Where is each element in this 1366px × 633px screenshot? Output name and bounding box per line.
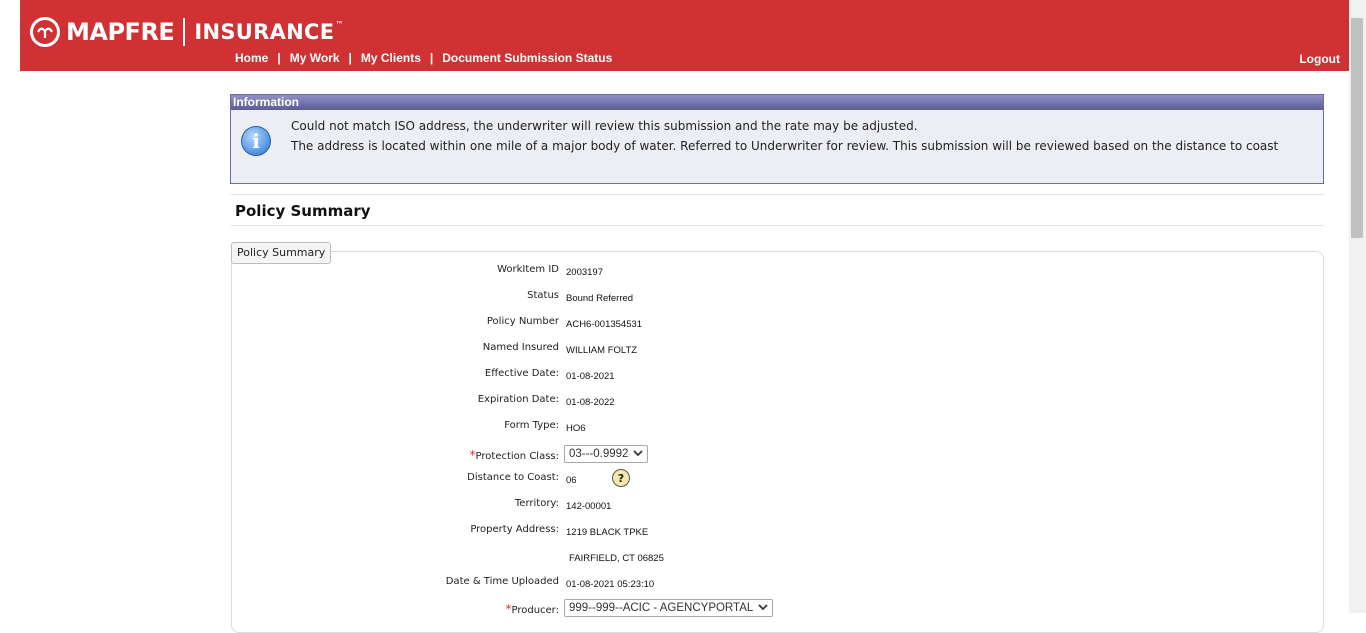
effective-date-label: Effective Date: [484, 368, 559, 379]
chevron-down-icon [633, 449, 644, 460]
protection-class-selected: 03---0.9992 [569, 448, 629, 460]
form-type-value: HO6 [566, 423, 586, 434]
territory-value: 142-00001 [566, 501, 612, 512]
producer-select[interactable]: 999--999--ACIC - AGENCYPORTAL [564, 599, 774, 617]
brand-suffix-text: INSURANCE [194, 20, 335, 44]
status-value: Bound Referred [566, 293, 634, 304]
expiration-date-label: Expiration Date: [477, 394, 559, 405]
form-type-label: Form Type: [504, 420, 559, 431]
policy-number-label: Policy Number [486, 316, 559, 327]
page-scrollbar[interactable] [1349, 0, 1366, 613]
mapfre-emblem-glyph-icon [37, 27, 53, 38]
brand-suffix: INSURANCE™ [194, 20, 343, 44]
main-nav: Home | My Work | My Clients | Document S… [235, 51, 612, 65]
property-address-line2: FAIRFIELD, CT 06825 [569, 553, 664, 564]
page-title: Policy Summary [235, 202, 371, 220]
date-time-uploaded-label: Date & Time Uploaded [445, 576, 559, 587]
mapfre-logo[interactable]: MAPFRE INSURANCE™ [30, 12, 344, 52]
brand-name: MAPFRE [66, 18, 175, 46]
brand-divider [183, 18, 186, 46]
top-header-bar: MAPFRE INSURANCE™ Home | My Work | My Cl… [20, 0, 1349, 71]
named-insured-label: Named Insured [482, 342, 559, 353]
status-label: Status [527, 290, 559, 301]
distance-to-coast-value: 06 [566, 475, 577, 486]
effective-date-value: 01-08-2021 [566, 371, 615, 382]
protection-class-label: *Protection Class: [239, 448, 559, 462]
tab-policy-summary[interactable]: Policy Summary [231, 242, 332, 264]
producer-label-text: Producer: [511, 605, 559, 616]
producer-selected: 999--999--ACIC - AGENCYPORTAL [569, 602, 754, 614]
producer-label: *Producer: [239, 602, 559, 616]
property-address-line1: 1219 BLACK TPKE [566, 527, 649, 538]
named-insured-value: WILLIAM FOLTZ [566, 345, 638, 356]
workitem-id-value: 2003197 [566, 267, 603, 278]
nav-separator: | [348, 51, 352, 65]
date-time-uploaded-value: 01-08-2021 05:23:10 [566, 579, 655, 590]
nav-my-clients[interactable]: My Clients [361, 51, 421, 65]
territory-label: Territory: [514, 498, 559, 509]
page-title-bar: Policy Summary [230, 194, 1324, 226]
scrollbar-thumb[interactable] [1351, 18, 1363, 238]
protection-class-label-text: Protection Class: [475, 451, 559, 462]
distance-to-coast-label: Distance to Coast: [467, 472, 559, 483]
nav-document-submission-status[interactable]: Document Submission Status [442, 51, 612, 65]
nav-separator: | [277, 51, 281, 65]
nav-my-work[interactable]: My Work [290, 51, 340, 65]
nav-separator: | [429, 51, 434, 65]
information-panel: Information i Could not match ISO addres… [230, 94, 1324, 184]
expiration-date-value: 01-08-2022 [566, 397, 615, 408]
trademark-mark: ™ [335, 20, 344, 29]
mapfre-emblem-icon [30, 17, 60, 47]
chevron-down-icon [758, 603, 768, 614]
help-icon[interactable]: ? [612, 469, 630, 487]
info-message-water: The address is located within one mile o… [291, 139, 1279, 153]
policy-number-value: ACH6-001354531 [566, 319, 643, 330]
property-address-label: Property Address: [470, 524, 559, 535]
logout-link[interactable]: Logout [1299, 52, 1340, 66]
info-message-iso: Could not match ISO address, the underwr… [291, 119, 918, 133]
information-title: Information [231, 95, 1323, 110]
workitem-id-label: WorkItem ID [497, 264, 559, 275]
protection-class-select[interactable]: 03---0.9992 [564, 445, 649, 463]
info-icon: i [241, 126, 271, 156]
nav-home[interactable]: Home [235, 51, 268, 65]
